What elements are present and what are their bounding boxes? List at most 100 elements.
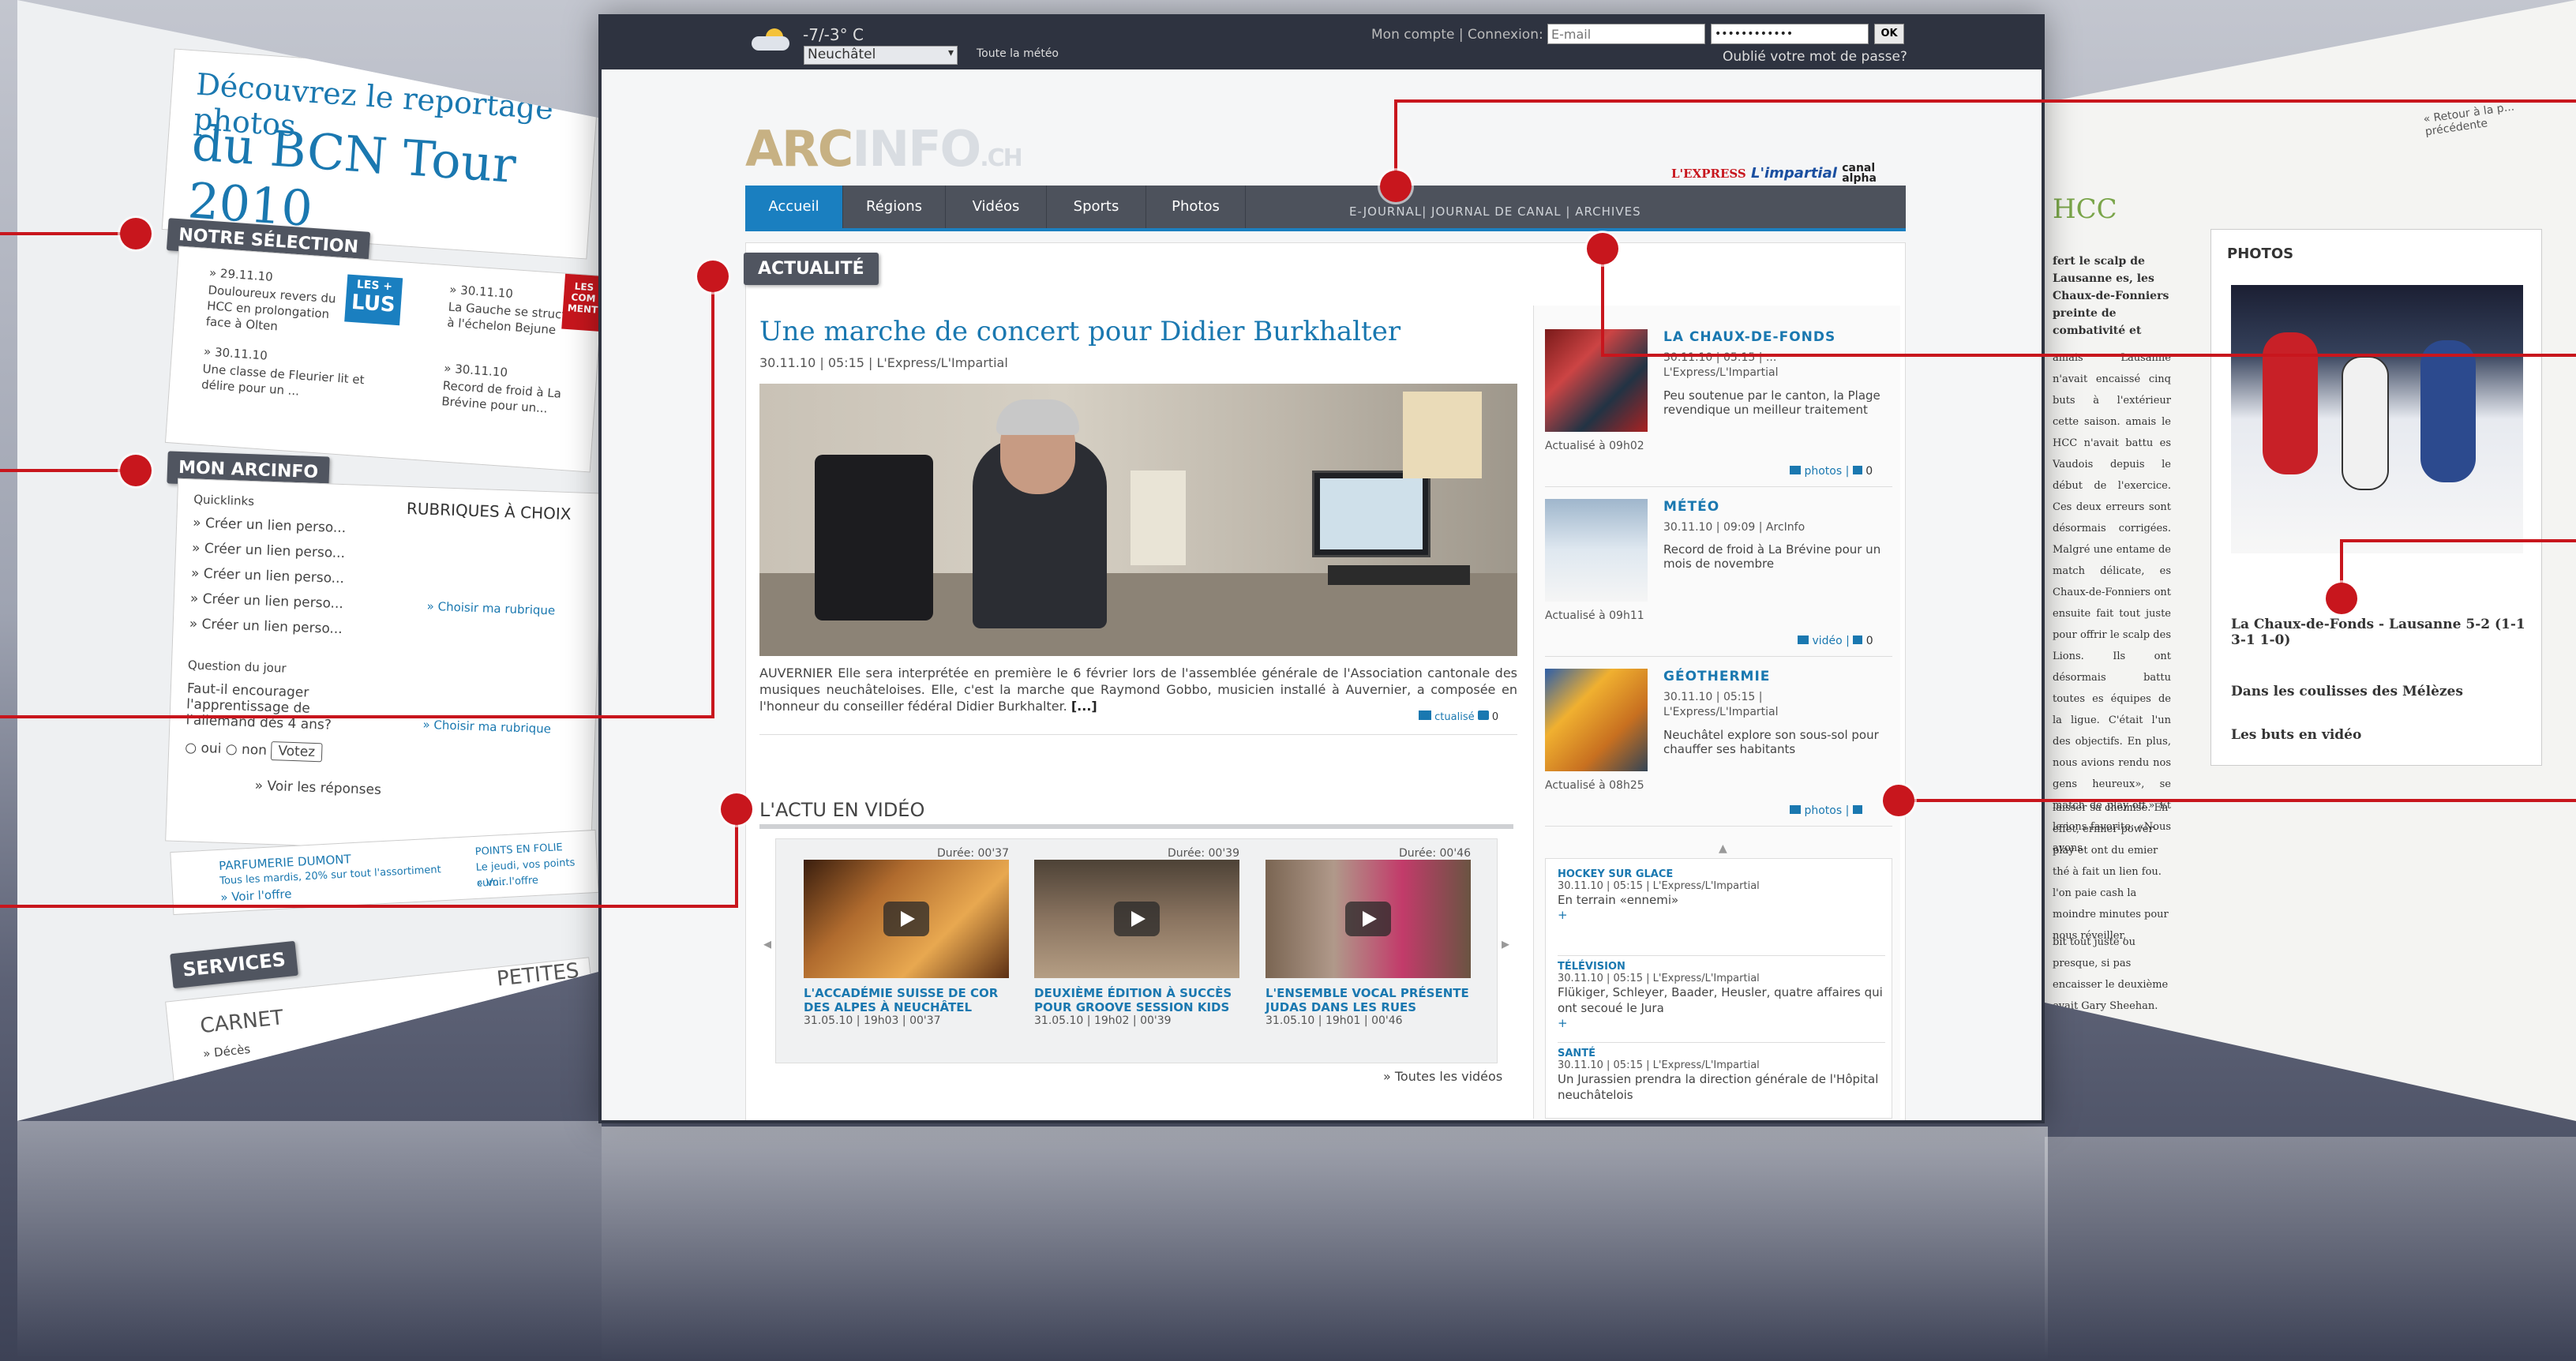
canal-alpha-logo[interactable]: canal alpha <box>1842 163 1877 184</box>
les-plus-lus-badge[interactable]: LES + LUS <box>344 274 403 326</box>
comment-icon[interactable] <box>1853 636 1863 644</box>
headline-meta: 30.11.10 | 05:15 | L'Express/L'Impartial <box>759 355 1008 370</box>
annotation-dot <box>1883 785 1914 816</box>
video-title-2[interactable]: DEUXIÈME ÉDITION À SUCCÈS POUR GROOVE SE… <box>1034 986 1239 1014</box>
video-item-1[interactable]: Durée: 00'37 L'ACCADÉMIE SUISSE DE COR D… <box>804 847 1009 1027</box>
video-thumb-3[interactable] <box>1266 860 1471 978</box>
login-ok-button[interactable]: OK <box>1874 24 1904 44</box>
question-heading: Question du jour <box>187 658 287 676</box>
voir-reponses-link[interactable]: » Voir les réponses <box>254 778 381 798</box>
email-field[interactable] <box>1547 24 1705 44</box>
read-more-link[interactable]: [...] <box>1071 699 1097 714</box>
side-list-plus-1[interactable]: + <box>1558 908 1885 922</box>
forgot-password-link[interactable]: Oublié votre mot de passe? <box>1723 49 1907 65</box>
comment-icon[interactable] <box>1477 710 1489 720</box>
side-news-text-2[interactable]: Record de froid à La Brévine pour un moi… <box>1663 542 1892 571</box>
mon-arcinfo-box: Quicklinks » Créer un lien perso... » Cr… <box>165 478 602 857</box>
carousel-prev-icon[interactable]: ◂ <box>763 934 771 953</box>
naissances-link[interactable]: » Naissances <box>204 1062 283 1085</box>
tab-accueil[interactable]: Accueil <box>745 186 843 228</box>
side-news-category-1[interactable]: LA CHAUX-DE-FONDS <box>1663 329 1835 345</box>
side-news-2[interactable]: Actualisé à 09h11 MÉTÉO 30.11.10 | 09:09… <box>1545 499 1892 657</box>
headline[interactable]: Une marche de concert pour Didier Burkha… <box>759 316 1400 347</box>
side-news-media-3[interactable]: photos <box>1804 804 1842 817</box>
petites-annonce-1[interactable]: 26/11 UN(E) AI <box>499 988 576 1011</box>
limpartial-logo[interactable]: L'impartial <box>1751 165 1837 182</box>
annotation-line <box>0 469 136 472</box>
choisir-rubrique-1[interactable]: » Choisir ma rubrique <box>426 598 555 619</box>
city-select[interactable]: Neuchâtel ▾ <box>804 46 958 65</box>
play-icon[interactable] <box>883 902 929 936</box>
ad-2-link[interactable]: » Voir l'offre <box>476 873 539 892</box>
sel-link-4[interactable]: Record de froid à La Brévine pour un... <box>441 377 593 419</box>
choisir-rubrique-2[interactable]: » Choisir ma rubrique <box>422 717 551 737</box>
non-radio[interactable]: ○ <box>225 741 238 758</box>
side-news-category-2[interactable]: MÉTÉO <box>1663 499 1719 515</box>
gallery-link-1[interactable]: La Chaux-de-Fonds - Lausanne 5-2 (1-1 3-… <box>2231 617 2531 648</box>
carousel-next-icon[interactable]: ▸ <box>1502 934 1509 953</box>
comment-icon[interactable] <box>1852 805 1862 814</box>
partner-logos: L'EXPRESS L'impartial canal alpha <box>1671 163 1877 184</box>
arcinfo-logo[interactable]: ARCINFO.CH <box>745 120 1023 178</box>
side-news-media-1[interactable]: photos <box>1804 465 1842 478</box>
sel-link-1[interactable]: Douloureux revers du HCC en prolongation… <box>205 282 343 339</box>
tab-photos[interactable]: Photos <box>1146 186 1246 228</box>
video-section-title: L'ACTU EN VIDÉO <box>759 799 925 821</box>
play-icon[interactable] <box>1114 902 1160 936</box>
side-news-count-2: 0 <box>1865 635 1873 647</box>
side-news-1[interactable]: Actualisé à 09h02 LA CHAUX-DE-FONDS 30.1… <box>1545 329 1892 487</box>
side-list-item-2[interactable]: TÉLÉVISION 30.11.10 | 05:15 | L'Express/… <box>1558 955 1885 1030</box>
video-item-2[interactable]: Durée: 00'39 DEUXIÈME ÉDITION À SUCCÈS P… <box>1034 847 1239 1027</box>
side-list-plus-2[interactable]: + <box>1558 1016 1885 1030</box>
side-news-text-1[interactable]: Peu soutenue par le canton, la Plage rev… <box>1663 388 1892 417</box>
side-list-item-3[interactable]: SANTÉ 30.11.10 | 05:15 | L'Express/L'Imp… <box>1558 1042 1885 1103</box>
ad-1-link[interactable]: » Voir l'offre <box>220 886 292 905</box>
account-link[interactable]: Mon compte <box>1371 27 1454 43</box>
question-text: Faut-il encourager l'apprentissage de l'… <box>186 680 332 733</box>
main-article-photo[interactable] <box>759 384 1517 656</box>
side-news-thumb-1[interactable] <box>1545 329 1648 432</box>
video-title-1[interactable]: L'ACCADÉMIE SUISSE DE COR DES ALPES À NE… <box>804 986 1009 1014</box>
side-news-category-3[interactable]: GÉOTHERMIE <box>1663 669 1770 684</box>
side-news-thumb-3[interactable] <box>1545 669 1648 771</box>
carnet-heading: CARNET <box>199 1006 285 1039</box>
lexpress-logo[interactable]: L'EXPRESS <box>1671 167 1746 181</box>
video-thumb-1[interactable] <box>804 860 1009 978</box>
tab-sports[interactable]: Sports <box>1047 186 1146 228</box>
side-news-text-3[interactable]: Neuchâtel explore son sous-sol pour chau… <box>1663 728 1892 756</box>
hockey-photo[interactable] <box>2231 285 2523 553</box>
side-news-thumb-2[interactable] <box>1545 499 1648 602</box>
password-field[interactable]: •••••••••••• <box>1711 24 1869 44</box>
play-icon[interactable] <box>1345 902 1391 936</box>
video-item-3[interactable]: Durée: 00'46 L'ENSEMBLE VOCAL PRÉSENTE J… <box>1266 847 1471 1027</box>
gallery-link-2[interactable]: Dans les coulisses des Mélèzes <box>2231 684 2531 699</box>
all-videos-link[interactable]: » Toutes les vidéos <box>1383 1069 1502 1084</box>
chevron-down-icon: ▾ <box>947 47 954 59</box>
login-separator: | <box>1458 27 1464 43</box>
side-list-text-1: En terrain «ennemi» <box>1558 893 1679 907</box>
annotation-dot <box>1380 171 1412 202</box>
deces-link[interactable]: » Décès <box>202 1041 251 1062</box>
oui-radio[interactable]: ○ <box>185 740 197 756</box>
all-weather-link[interactable]: Toute la météo <box>977 47 1059 60</box>
comment-icon[interactable] <box>1852 466 1862 474</box>
tab-regions[interactable]: Régions <box>843 186 946 228</box>
vote-button[interactable]: Votez <box>270 741 323 763</box>
annotation-line <box>1601 249 1604 357</box>
gallery-link-3[interactable]: Les buts en vidéo <box>2231 727 2531 743</box>
scroll-up-icon[interactable]: ▲ <box>1719 842 1727 855</box>
side-news-media-2[interactable]: vidéo <box>1812 635 1842 647</box>
video-thumb-2[interactable] <box>1034 860 1239 978</box>
petites-annonce-2[interactable]: 26/11 PERSON <box>501 1014 577 1038</box>
annotation-line <box>0 232 136 235</box>
journal-canal-link[interactable]: JOURNAL DE CANAL <box>1431 204 1562 219</box>
video-title-3[interactable]: L'ENSEMBLE VOCAL PRÉSENTE JUDAS DANS LES… <box>1266 986 1471 1014</box>
side-list-item-1[interactable]: HOCKEY SUR GLACE 30.11.10 | 05:15 | L'Ex… <box>1558 868 1885 922</box>
annotation-line <box>0 715 714 718</box>
tab-videos[interactable]: Vidéos <box>946 186 1047 228</box>
e-journal-link[interactable]: E-JOURNAL <box>1349 204 1422 219</box>
sel-link-2[interactable]: Une classe de Fleurier lit et délire pou… <box>201 361 377 404</box>
archives-link[interactable]: ARCHIVES <box>1575 204 1640 219</box>
side-news-3[interactable]: Actualisé à 08h25 GÉOTHERMIE 30.11.10 | … <box>1545 669 1892 827</box>
les-commentes-badge[interactable]: LES COM MENT <box>561 273 602 332</box>
